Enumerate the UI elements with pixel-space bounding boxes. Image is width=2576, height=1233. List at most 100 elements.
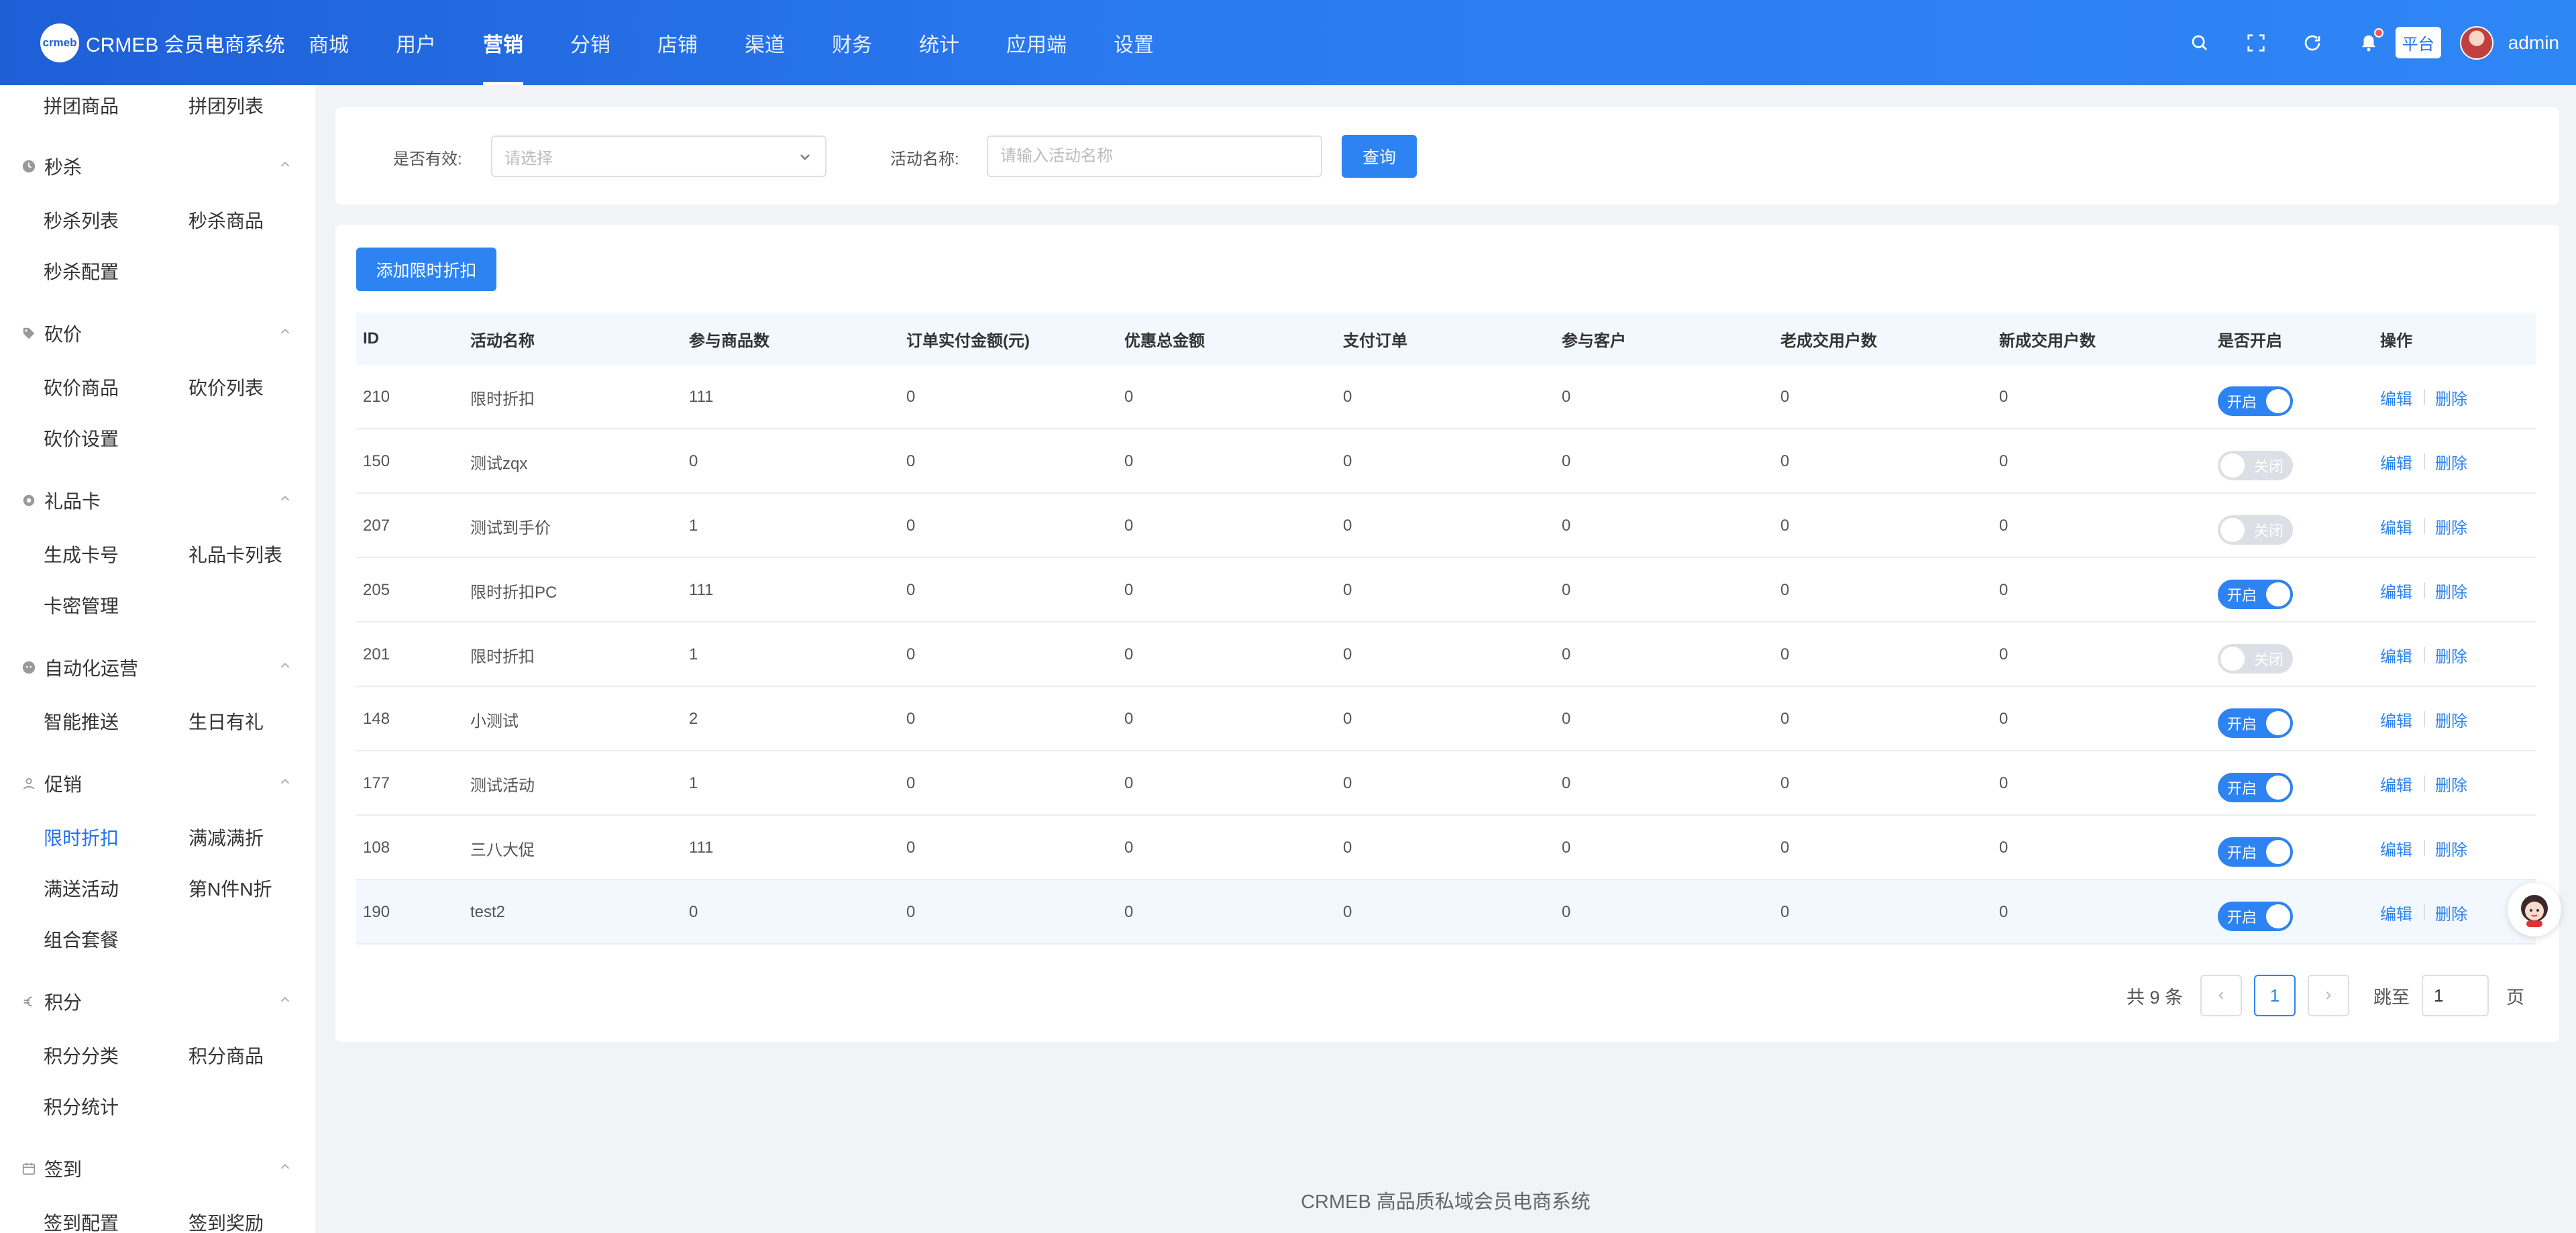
delete-link[interactable]: 删除 <box>2435 751 2467 816</box>
chevron-up-icon[interactable] <box>278 1159 292 1174</box>
edit-link[interactable]: 编辑 <box>2380 751 2412 816</box>
sidebar-group-title[interactable]: 签到 <box>21 1155 82 1182</box>
search-icon[interactable] <box>2186 30 2213 56</box>
enable-toggle[interactable]: 开启 <box>2218 837 2293 867</box>
refresh-icon[interactable] <box>2299 30 2326 56</box>
edit-link[interactable]: 编辑 <box>2380 687 2412 751</box>
sidebar-item[interactable]: 砍价列表 <box>189 374 264 400</box>
sidebar-item[interactable]: 积分统计 <box>44 1093 119 1120</box>
sidebar-item[interactable]: 签到配置 <box>44 1209 119 1233</box>
prev-page-button[interactable] <box>2200 975 2243 1016</box>
enable-toggle[interactable]: 关闭 <box>2218 515 2293 545</box>
chevron-up-icon[interactable] <box>278 324 292 339</box>
goto-page-input[interactable] <box>2422 975 2489 1016</box>
table-cell-new-users: 0 <box>1999 774 2008 792</box>
edit-link[interactable]: 编辑 <box>2380 494 2412 558</box>
sidebar-item[interactable]: 组合套餐 <box>44 926 119 953</box>
column-header: 活动名称 <box>470 331 535 350</box>
chevron-up-icon[interactable] <box>278 992 292 1007</box>
sidebar-item[interactable]: 积分分类 <box>44 1042 119 1069</box>
enable-toggle[interactable]: 关闭 <box>2218 644 2293 674</box>
next-page-button[interactable] <box>2308 975 2350 1016</box>
top-nav-item[interactable]: 分销 <box>570 0 610 85</box>
chevron-up-icon[interactable] <box>278 774 292 789</box>
enable-toggle[interactable]: 关闭 <box>2218 451 2293 480</box>
delete-link[interactable]: 删除 <box>2435 494 2467 558</box>
user-avatar[interactable] <box>2459 25 2493 60</box>
column-header: ID <box>363 329 379 347</box>
fullscreen-icon[interactable] <box>2243 30 2269 56</box>
valid-select[interactable]: 请选择 <box>491 136 826 177</box>
top-nav-item[interactable]: 用户 <box>396 0 436 85</box>
sidebar-group-title[interactable]: 秒杀 <box>21 153 82 180</box>
enable-toggle[interactable]: 开启 <box>2218 708 2293 738</box>
delete-link[interactable]: 删除 <box>2435 365 2467 429</box>
platform-tag[interactable]: 平台 <box>2395 27 2441 58</box>
sidebar-item[interactable]: 拼团商品 <box>44 92 119 119</box>
sidebar-item[interactable]: 满减满折 <box>189 824 264 851</box>
top-nav-item[interactable]: 商城 <box>309 0 349 85</box>
enable-toggle[interactable]: 开启 <box>2218 580 2293 609</box>
top-nav-item[interactable]: 营销 <box>483 0 523 85</box>
top-header: crmeb CRMEB 会员电商系统 商城 用户 营销 分销 店铺 渠道 财务 统计 应用端 设置… <box>0 0 2576 85</box>
table-cell-old-users: 0 <box>1780 388 1790 406</box>
top-nav-item[interactable]: 店铺 <box>657 0 698 85</box>
footer-text: CRMEB 高品质私域会员电商系统 <box>1301 1191 1591 1213</box>
edit-link[interactable]: 编辑 <box>2380 623 2412 687</box>
query-button[interactable]: 查询 <box>1342 135 1417 178</box>
add-limited-discount-button[interactable]: 添加限时折扣 <box>356 248 496 291</box>
sidebar-item[interactable]: 第N件N折 <box>189 875 272 902</box>
chevron-up-icon[interactable] <box>278 491 292 506</box>
brand[interactable]: crmeb CRMEB 会员电商系统 <box>0 23 309 62</box>
customer-service-avatar[interactable] <box>2508 883 2561 936</box>
notification-bell-icon[interactable] <box>2355 28 2383 56</box>
chevron-up-icon[interactable] <box>278 658 292 673</box>
sidebar-group-title[interactable]: 自动化运营 <box>21 654 138 681</box>
sidebar-item[interactable]: 拼团列表 <box>189 92 264 119</box>
delete-link[interactable]: 删除 <box>2435 880 2467 945</box>
activity-name-input[interactable] <box>987 136 1322 177</box>
top-nav-item[interactable]: 渠道 <box>745 0 785 85</box>
sidebar-item[interactable]: 秒杀配置 <box>44 258 119 284</box>
sidebar-group-title[interactable]: 促销 <box>21 770 82 797</box>
sidebar-group-label: 砍价 <box>44 324 83 345</box>
sidebar-item[interactable]: 智能推送 <box>44 708 119 735</box>
sidebar-item[interactable]: 砍价设置 <box>44 425 119 451</box>
top-nav-item[interactable]: 应用端 <box>1006 0 1067 85</box>
sidebar-item[interactable]: 秒杀商品 <box>189 207 264 233</box>
edit-link[interactable]: 编辑 <box>2380 880 2412 945</box>
sidebar-item[interactable]: 生成卡号 <box>44 541 119 568</box>
sidebar-item[interactable]: 签到奖励 <box>189 1209 264 1233</box>
edit-link[interactable]: 编辑 <box>2380 816 2412 880</box>
sidebar-group-title[interactable]: 砍价 <box>21 320 82 347</box>
edit-link[interactable]: 编辑 <box>2380 429 2412 494</box>
delete-link[interactable]: 删除 <box>2435 816 2467 880</box>
sidebar-item[interactable]: 积分商品 <box>189 1042 264 1069</box>
sidebar-item[interactable]: 砍价商品 <box>44 374 119 400</box>
top-nav-item[interactable]: 财务 <box>832 0 872 85</box>
sidebar-item[interactable]: 限时折扣 <box>44 824 119 851</box>
delete-link[interactable]: 删除 <box>2435 429 2467 494</box>
sidebar-item[interactable]: 秒杀列表 <box>44 207 119 233</box>
delete-link[interactable]: 删除 <box>2435 558 2467 623</box>
enable-toggle[interactable]: 开启 <box>2218 773 2293 802</box>
edit-link[interactable]: 编辑 <box>2380 365 2412 429</box>
sidebar-item[interactable]: 满送活动 <box>44 875 119 902</box>
chevron-up-icon[interactable] <box>278 157 292 172</box>
top-nav-item[interactable]: 统计 <box>919 0 959 85</box>
delete-link[interactable]: 删除 <box>2435 623 2467 687</box>
sidebar-item[interactable]: 卡密管理 <box>44 592 119 619</box>
username[interactable]: admin <box>2508 32 2559 54</box>
pagination-total: 共 9 条 <box>2127 987 2184 1008</box>
delete-link[interactable]: 删除 <box>2435 687 2467 751</box>
sidebar-item[interactable]: 生日有礼 <box>189 708 264 735</box>
sidebar-item[interactable]: 礼品卡列表 <box>189 541 282 568</box>
sidebar-group-title[interactable]: 礼品卡 <box>21 487 101 514</box>
enable-toggle[interactable]: 开启 <box>2218 902 2293 931</box>
table-cell-orders: 0 <box>1343 388 1352 406</box>
page-1-button[interactable]: 1 <box>2254 975 2296 1016</box>
sidebar-group-title[interactable]: 积分 <box>21 988 82 1015</box>
top-nav-item[interactable]: 设置 <box>1114 0 1154 85</box>
enable-toggle[interactable]: 开启 <box>2218 386 2293 416</box>
edit-link[interactable]: 编辑 <box>2380 558 2412 623</box>
